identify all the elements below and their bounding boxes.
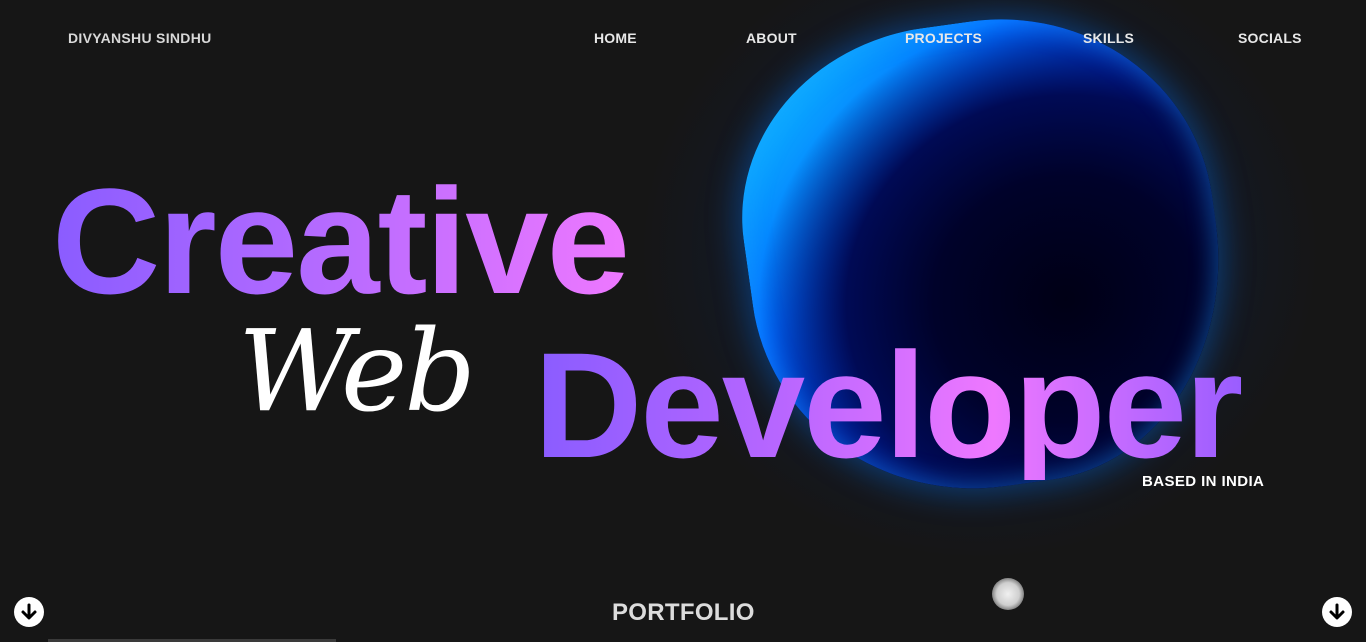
nav-socials[interactable]: SOCIALS [1238, 30, 1302, 46]
arrow-down-icon [21, 603, 37, 620]
scroll-down-button-right[interactable] [1322, 597, 1352, 627]
portfolio-label: PORTFOLIO [612, 599, 755, 626]
scroll-down-button-left[interactable] [14, 597, 44, 627]
headline-developer: Developer [534, 321, 1243, 489]
headline-web-script: Web [238, 307, 476, 437]
nav-about[interactable]: ABOUT [746, 30, 797, 46]
brand-name[interactable]: DIVYANSHU SINDHU [68, 30, 212, 46]
nav-skills[interactable]: SKILLS [1083, 30, 1134, 46]
cursor-dot [992, 578, 1024, 610]
nav-projects[interactable]: PROJECTS [905, 30, 982, 46]
arrow-down-icon [1329, 603, 1345, 620]
location-tagline: BASED IN INDIA [1142, 473, 1265, 490]
headline-creative: Creative [52, 157, 630, 325]
nav-home[interactable]: HOME [594, 30, 637, 46]
